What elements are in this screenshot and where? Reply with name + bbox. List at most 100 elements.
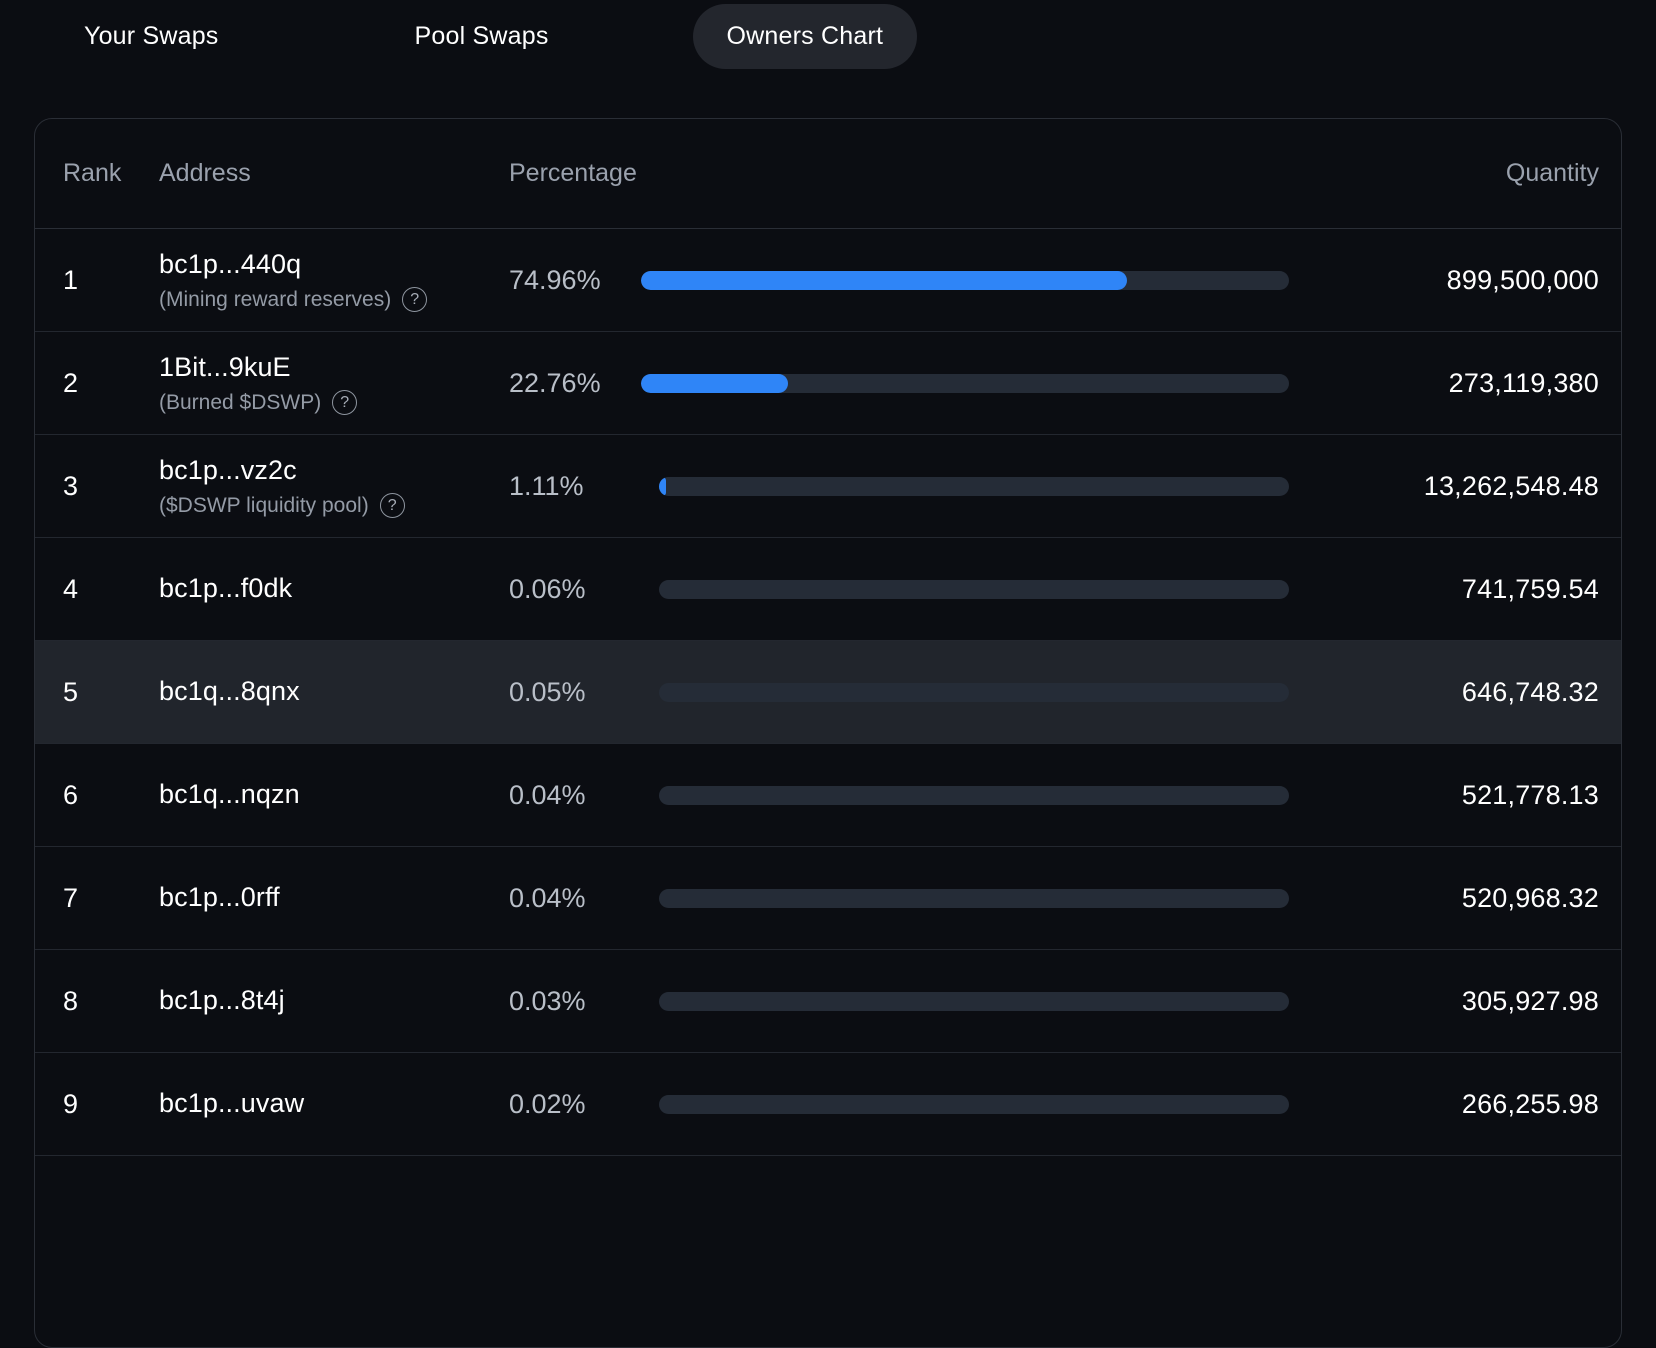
quantity-value: 646,748.32 (1462, 677, 1599, 707)
cell-percentage: 74.96% (509, 265, 1291, 296)
percentage-bar-track (659, 1095, 1289, 1114)
cell-rank: 1 (35, 265, 159, 296)
cell-address: bc1p...0rff (159, 881, 509, 915)
percentage-value: 22.76% (509, 368, 641, 399)
address-note-label: (Mining reward reserves) (159, 288, 391, 312)
cell-rank: 6 (35, 780, 159, 811)
column-header-quantity: Quantity (1291, 159, 1621, 188)
help-icon[interactable]: ? (402, 287, 427, 312)
cell-address: 1Bit...9kuE (Burned $DSWP)? (159, 351, 509, 416)
cell-quantity: 899,500,000 (1291, 265, 1621, 296)
rank-value: 1 (63, 265, 78, 295)
table-row[interactable]: 7bc1p...0rff0.04%520,968.32 (35, 847, 1621, 950)
cell-rank: 9 (35, 1089, 159, 1120)
cell-quantity: 646,748.32 (1291, 677, 1621, 708)
table-row[interactable]: 9 bc1p...uvaw0.02% 266,255.98 (35, 1053, 1621, 1156)
cell-percentage: 22.76% (509, 368, 1291, 399)
quantity-value: 899,500,000 (1447, 265, 1599, 295)
percentage-bar-track (659, 477, 1289, 496)
address-value[interactable]: bc1q...8qnx (159, 675, 509, 709)
address-note-label: (Burned $DSWP) (159, 391, 321, 415)
quantity-value: 305,927.98 (1462, 986, 1599, 1016)
tab-pool-swaps-label: Pool Swaps (415, 22, 549, 50)
percentage-value: 0.02% (509, 1089, 641, 1120)
address-value[interactable]: bc1p...vz2c (159, 454, 509, 488)
tab-your-swaps-label: Your Swaps (84, 22, 219, 50)
table-row[interactable]: 6 bc1q...nqzn0.04% 521,778.13 (35, 744, 1621, 847)
percentage-value: 0.04% (509, 780, 641, 811)
cell-quantity: 273,119,380 (1291, 368, 1621, 399)
rank-value: 6 (63, 780, 78, 810)
cell-quantity: 521,778.13 (1291, 780, 1621, 811)
cell-rank: 4 (35, 574, 159, 605)
address-note: (Mining reward reserves)? (159, 287, 509, 312)
help-icon[interactable]: ? (332, 390, 357, 415)
address-note: (Burned $DSWP)? (159, 390, 509, 415)
tab-pool-swaps[interactable]: Pool Swaps (381, 4, 583, 69)
cell-quantity: 13,262,548.48 (1291, 471, 1621, 502)
table-row[interactable]: 1bc1p...440q(Mining reward reserves)?74.… (35, 229, 1621, 332)
cell-quantity: 266,255.98 (1291, 1089, 1621, 1120)
column-header-percentage: Percentage (509, 159, 1291, 188)
percentage-value: 0.06% (509, 574, 641, 605)
percentage-bar-track (659, 786, 1289, 805)
address-value[interactable]: 1Bit...9kuE (159, 351, 509, 385)
address-value[interactable]: bc1p...f0dk (159, 572, 509, 606)
table-header-row: Rank Address Percentage Quantity (35, 119, 1621, 229)
address-note-label: ($DSWP liquidity pool) (159, 494, 369, 518)
cell-rank: 8 (35, 986, 159, 1017)
quantity-value: 273,119,380 (1449, 368, 1599, 398)
percentage-value: 0.03% (509, 986, 641, 1017)
quantity-value: 521,778.13 (1462, 780, 1599, 810)
table-row[interactable]: 21Bit...9kuE(Burned $DSWP)?22.76%273,119… (35, 332, 1621, 435)
rank-value: 3 (63, 471, 78, 501)
owners-chart-card: Rank Address Percentage Quantity 1 bc1p..… (34, 118, 1622, 1348)
cell-percentage: 1.11% (509, 471, 1291, 502)
address-value[interactable]: bc1p...8t4j (159, 984, 509, 1018)
cell-address: bc1p...vz2c ($DSWP liquidity pool)? (159, 454, 509, 519)
address-value[interactable]: bc1p...440q (159, 248, 509, 282)
quantity-value: 741,759.54 (1462, 574, 1599, 604)
cell-percentage: 0.05% (509, 677, 1291, 708)
cell-rank: 2 (35, 368, 159, 399)
percentage-bar-track (641, 374, 1289, 393)
cell-address: bc1q...8qnx (159, 675, 509, 709)
address-note: ($DSWP liquidity pool)? (159, 493, 509, 518)
cell-percentage: 0.06% (509, 574, 1291, 605)
table-row[interactable]: 8 bc1p...8t4j0.03% 305,927.98 (35, 950, 1621, 1053)
tab-bar: Your Swaps Pool Swaps Owners Chart (0, 0, 1656, 72)
percentage-bar-track (659, 683, 1289, 702)
percentage-value: 74.96% (509, 265, 641, 296)
percentage-bar-fill (659, 477, 666, 496)
tab-your-swaps[interactable]: Your Swaps (50, 4, 253, 69)
quantity-value: 13,262,548.48 (1424, 471, 1599, 501)
column-header-address: Address (159, 159, 509, 188)
cell-quantity: 741,759.54 (1291, 574, 1621, 605)
cell-percentage: 0.04% (509, 883, 1291, 914)
table-row[interactable]: 4 bc1p...f0dk0.06% 741,759.54 (35, 538, 1621, 641)
cell-quantity: 305,927.98 (1291, 986, 1621, 1017)
percentage-bar-track (659, 992, 1289, 1011)
rank-value: 2 (63, 368, 78, 398)
rank-value: 4 (63, 574, 78, 604)
address-value[interactable]: bc1p...uvaw (159, 1087, 509, 1121)
table-row[interactable]: 5bc1q...8qnx0.05% 646,748.32 (35, 641, 1621, 744)
tab-owners-chart[interactable]: Owners Chart (693, 4, 918, 69)
cell-rank: 3 (35, 471, 159, 502)
tab-owners-chart-label: Owners Chart (727, 22, 884, 50)
column-header-rank: Rank (35, 159, 159, 188)
rank-value: 8 (63, 986, 78, 1016)
address-value[interactable]: bc1q...nqzn (159, 778, 509, 812)
percentage-bar-track (659, 580, 1289, 599)
address-value[interactable]: bc1p...0rff (159, 881, 509, 915)
cell-address: bc1p...440q (Mining reward reserves)? (159, 248, 509, 313)
percentage-bar-track (641, 271, 1289, 290)
table-row[interactable]: 3bc1p...vz2c($DSWP liquidity pool)?1.11%… (35, 435, 1621, 538)
cell-rank: 7 (35, 883, 159, 914)
cell-rank: 5 (35, 677, 159, 708)
help-icon[interactable]: ? (380, 493, 405, 518)
cell-percentage: 0.04% (509, 780, 1291, 811)
rank-value: 9 (63, 1089, 78, 1119)
cell-address: bc1p...uvaw (159, 1087, 509, 1121)
cell-percentage: 0.02% (509, 1089, 1291, 1120)
